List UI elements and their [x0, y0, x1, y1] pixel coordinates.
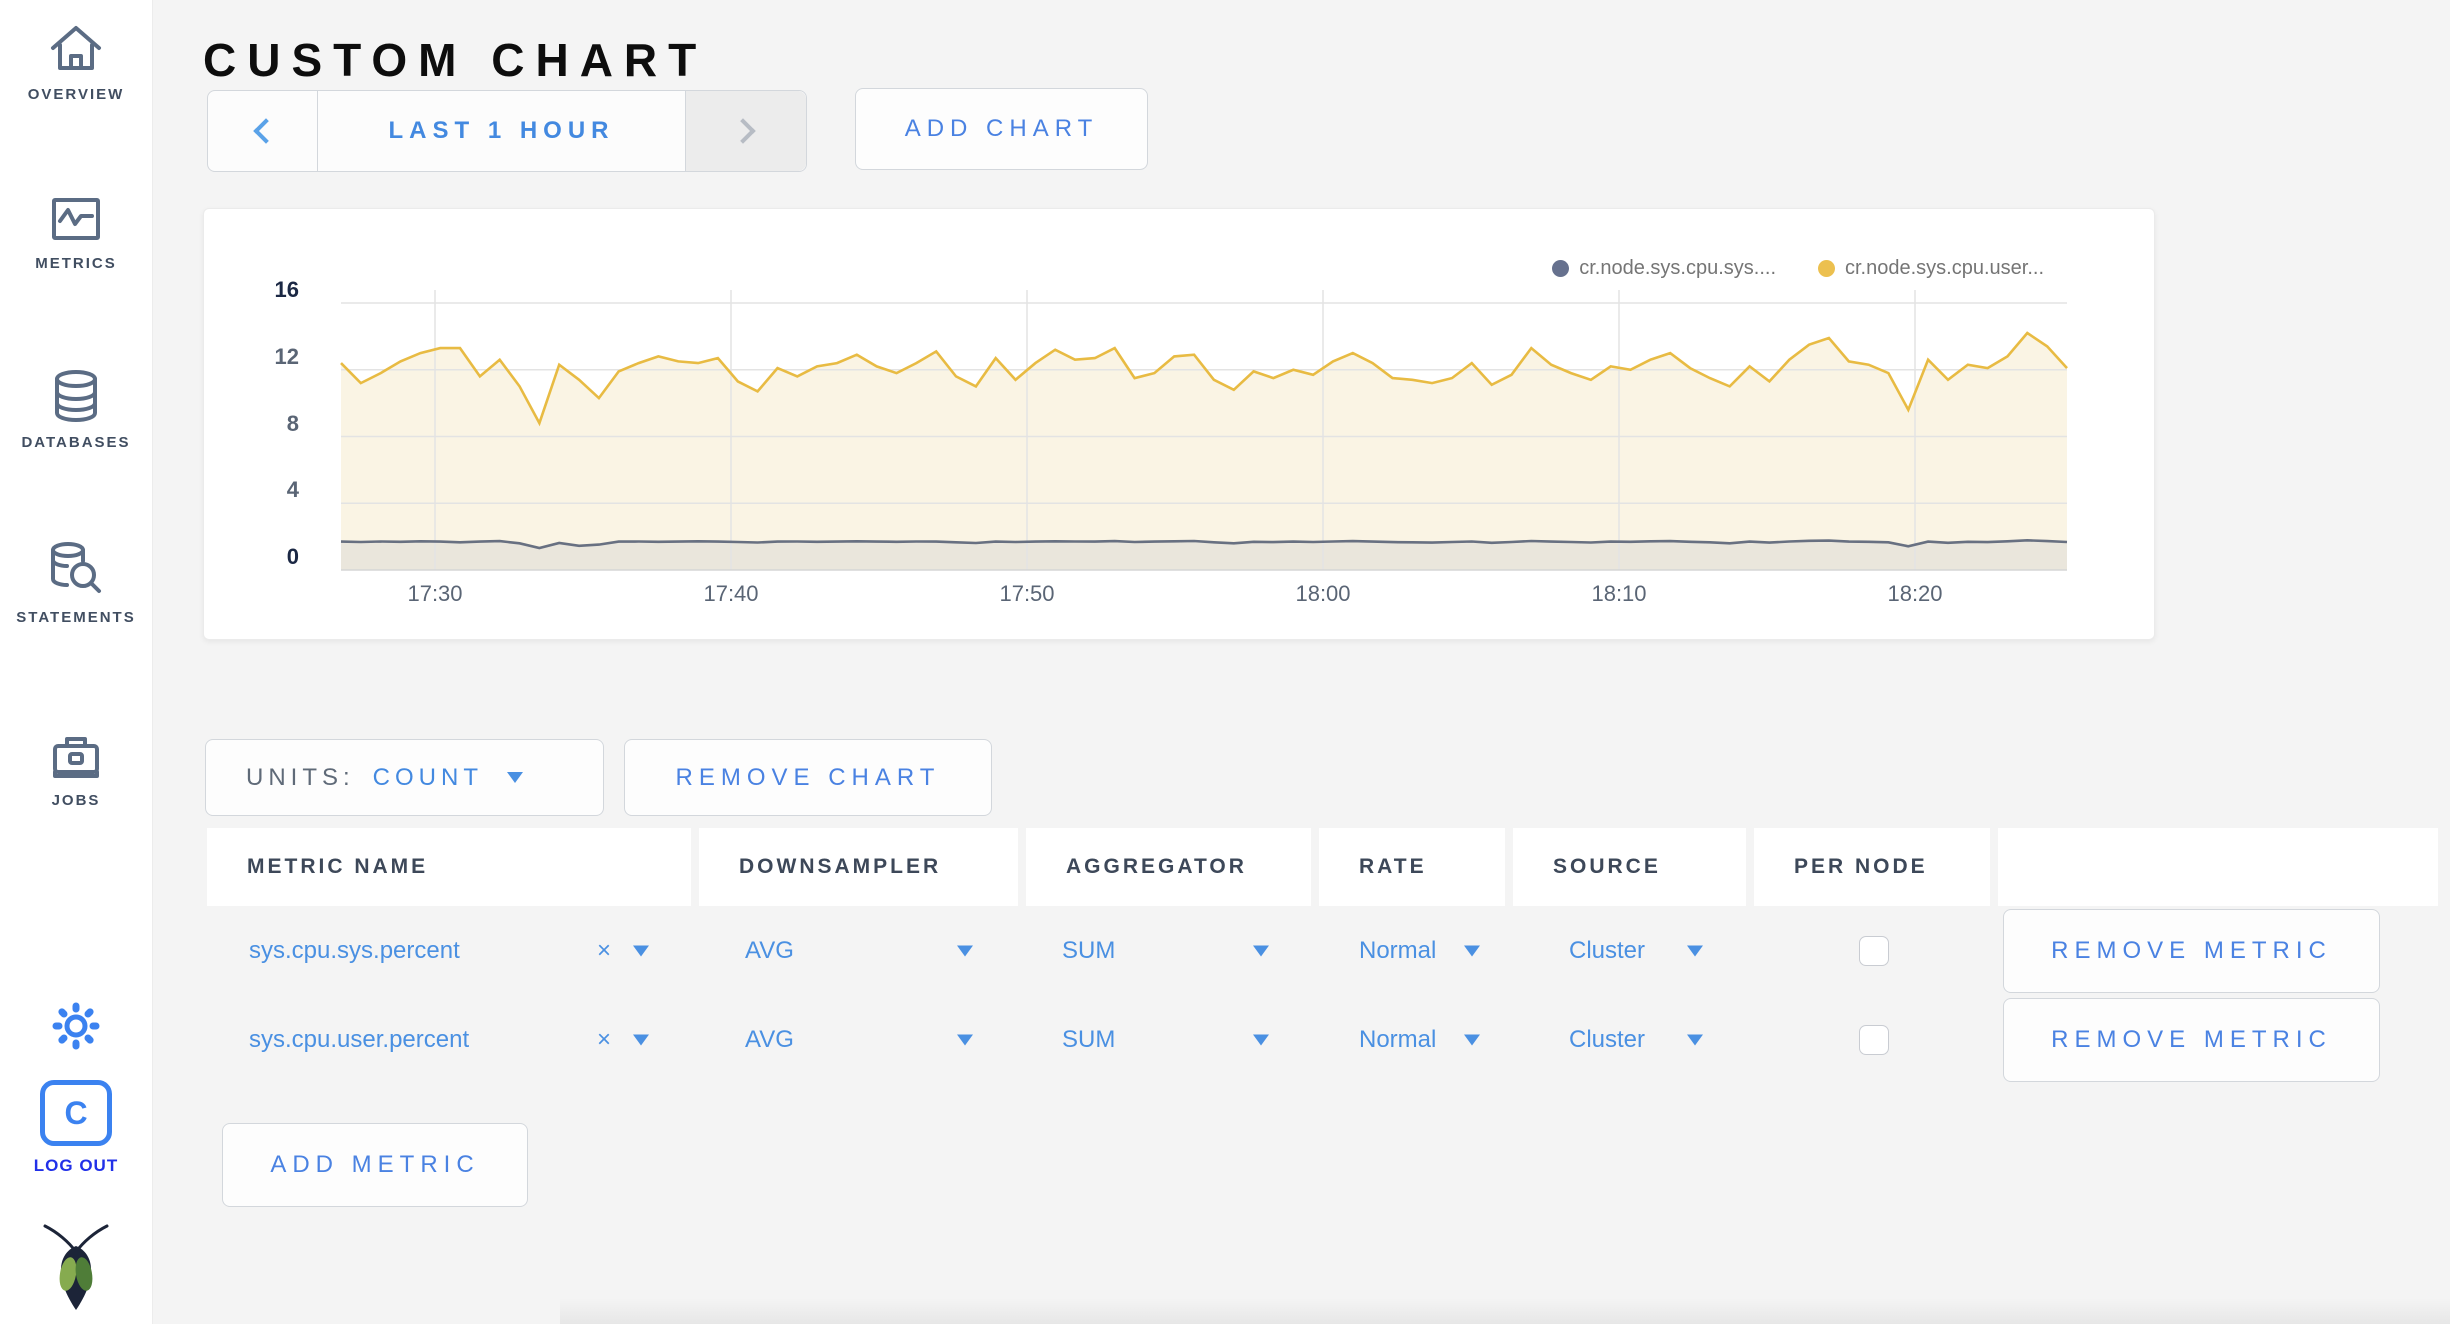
time-range-prev-button[interactable]: [208, 91, 318, 171]
cockroach-c-icon: C: [40, 1080, 112, 1146]
add-metric-button[interactable]: ADD METRIC: [222, 1123, 528, 1207]
source-dropdown[interactable]: Cluster: [1569, 937, 1645, 965]
chevron-down-icon[interactable]: [1253, 1034, 1269, 1046]
chart-card: cr.node.sys.cpu.sys.... cr.node.sys.cpu.…: [203, 208, 2155, 640]
chevron-down-icon[interactable]: [633, 1034, 649, 1046]
aggregator-dropdown[interactable]: SUM: [1062, 937, 1115, 965]
time-range-next-button[interactable]: [685, 91, 806, 171]
remove-metric-button[interactable]: REMOVE METRIC: [2003, 909, 2380, 993]
metric-name-dropdown[interactable]: sys.cpu.sys.percent: [249, 937, 460, 965]
timeseries-plot[interactable]: [329, 284, 2079, 576]
chevron-down-icon[interactable]: [1464, 1034, 1480, 1046]
database-icon: [55, 370, 97, 423]
x-tick-label: 17:50: [999, 581, 1055, 606]
chevron-down-icon[interactable]: [1687, 1034, 1703, 1046]
col-header-actions: [1998, 828, 2438, 906]
add-chart-button[interactable]: ADD CHART: [855, 88, 1148, 170]
legend-item-user[interactable]: cr.node.sys.cpu.user...: [1818, 257, 2044, 280]
sidebar-logout[interactable]: C LOG OUT: [0, 1080, 152, 1176]
col-header-metric-name: METRIC NAME: [207, 828, 691, 906]
sidebar-item-label: JOBS: [51, 792, 101, 809]
metrics-chart-icon: [52, 198, 100, 240]
x-tick-label: 18:20: [1887, 581, 1943, 606]
downsampler-dropdown[interactable]: AVG: [745, 937, 794, 965]
legend-label: cr.node.sys.cpu.user...: [1845, 257, 2044, 279]
briefcase-icon: [53, 737, 99, 778]
sidebar-item-statements[interactable]: STATEMENTS: [0, 541, 152, 626]
legend-item-sys[interactable]: cr.node.sys.cpu.sys....: [1552, 257, 1776, 280]
table-row: sys.cpu.user.percent × AVG SUM Normal Cl…: [207, 997, 2438, 1083]
y-tick-label: 8: [286, 410, 299, 436]
chevron-down-icon[interactable]: [633, 945, 649, 957]
units-label: UNITS:: [246, 763, 355, 791]
y-axis-tick-labels: 16 12 8 4 0: [239, 209, 299, 639]
units-value: COUNT: [372, 763, 483, 791]
chevron-down-icon[interactable]: [957, 945, 973, 957]
col-header-rate: RATE: [1319, 828, 1505, 906]
sidebar-item-metrics[interactable]: METRICS: [0, 193, 152, 272]
legend-label: cr.node.sys.cpu.sys....: [1579, 257, 1776, 279]
sidebar-item-label: DATABASES: [21, 434, 131, 451]
remove-chart-button[interactable]: REMOVE CHART: [624, 739, 992, 816]
remove-metric-button[interactable]: REMOVE METRIC: [2003, 998, 2380, 1082]
clear-metric-icon[interactable]: ×: [597, 937, 611, 965]
x-tick-label: 17:30: [407, 581, 463, 606]
sidebar-item-label: OVERVIEW: [27, 86, 125, 103]
chevron-down-icon: [507, 772, 523, 783]
col-header-per-node: PER NODE: [1754, 828, 1990, 906]
sidebar-item-jobs[interactable]: JOBS: [0, 730, 152, 809]
statements-search-icon: [51, 542, 101, 593]
y-tick-label: 12: [274, 343, 299, 369]
units-dropdown[interactable]: UNITS: COUNT: [205, 739, 604, 816]
rate-dropdown[interactable]: Normal: [1359, 937, 1436, 965]
sidebar-item-label: STATEMENTS: [16, 609, 136, 626]
metric-name-dropdown[interactable]: sys.cpu.user.percent: [249, 1026, 469, 1054]
sidebar: OVERVIEW METRICS DATABASES STATEMENTS JO…: [0, 0, 153, 1324]
col-header-source: SOURCE: [1513, 828, 1746, 906]
per-node-checkbox[interactable]: [1859, 936, 1889, 966]
x-tick-label: 18:10: [1591, 581, 1647, 606]
col-header-downsampler: DOWNSAMPLER: [699, 828, 1018, 906]
y-tick-label: 16: [274, 277, 299, 302]
cockroach-bug-icon: [43, 1224, 109, 1310]
legend-dot-sys: [1552, 260, 1570, 277]
table-row: sys.cpu.sys.percent × AVG SUM Normal Clu…: [207, 908, 2438, 994]
chevron-down-icon[interactable]: [1687, 945, 1703, 957]
chevron-left-icon: [252, 118, 279, 144]
chart-legend: cr.node.sys.cpu.sys.... cr.node.sys.cpu.…: [1552, 257, 2044, 280]
aggregator-dropdown[interactable]: SUM: [1062, 1026, 1115, 1054]
chevron-down-icon[interactable]: [1253, 945, 1269, 957]
sidebar-settings[interactable]: [0, 1000, 152, 1052]
source-dropdown[interactable]: Cluster: [1569, 1026, 1645, 1054]
page-title: CUSTOM CHART: [203, 33, 708, 86]
gear-icon: [52, 1002, 100, 1050]
y-tick-label: 0: [286, 544, 299, 569]
time-range-dropdown[interactable]: LAST 1 HOUR: [318, 91, 685, 171]
downsampler-dropdown[interactable]: AVG: [745, 1026, 794, 1054]
bottom-scroll-shadow: [560, 1298, 2450, 1324]
clear-metric-icon[interactable]: ×: [597, 1026, 611, 1054]
sidebar-item-overview[interactable]: OVERVIEW: [0, 20, 152, 103]
per-node-checkbox[interactable]: [1859, 1025, 1889, 1055]
x-tick-label: 18:00: [1295, 581, 1351, 606]
home-icon: [51, 26, 101, 70]
chevron-down-icon[interactable]: [1464, 945, 1480, 957]
chevron-right-icon: [730, 118, 756, 144]
y-tick-label: 4: [286, 477, 299, 503]
sidebar-item-label: METRICS: [35, 255, 117, 272]
rate-dropdown[interactable]: Normal: [1359, 1026, 1436, 1054]
sidebar-logo: [0, 1222, 152, 1314]
time-range-selector: LAST 1 HOUR: [207, 90, 807, 172]
col-header-aggregator: AGGREGATOR: [1026, 828, 1311, 906]
chevron-down-icon[interactable]: [957, 1034, 973, 1046]
legend-dot-user: [1818, 260, 1835, 277]
x-tick-label: 17:40: [703, 581, 759, 606]
sidebar-item-databases[interactable]: DATABASES: [0, 368, 152, 451]
logout-label: LOG OUT: [33, 1156, 119, 1175]
